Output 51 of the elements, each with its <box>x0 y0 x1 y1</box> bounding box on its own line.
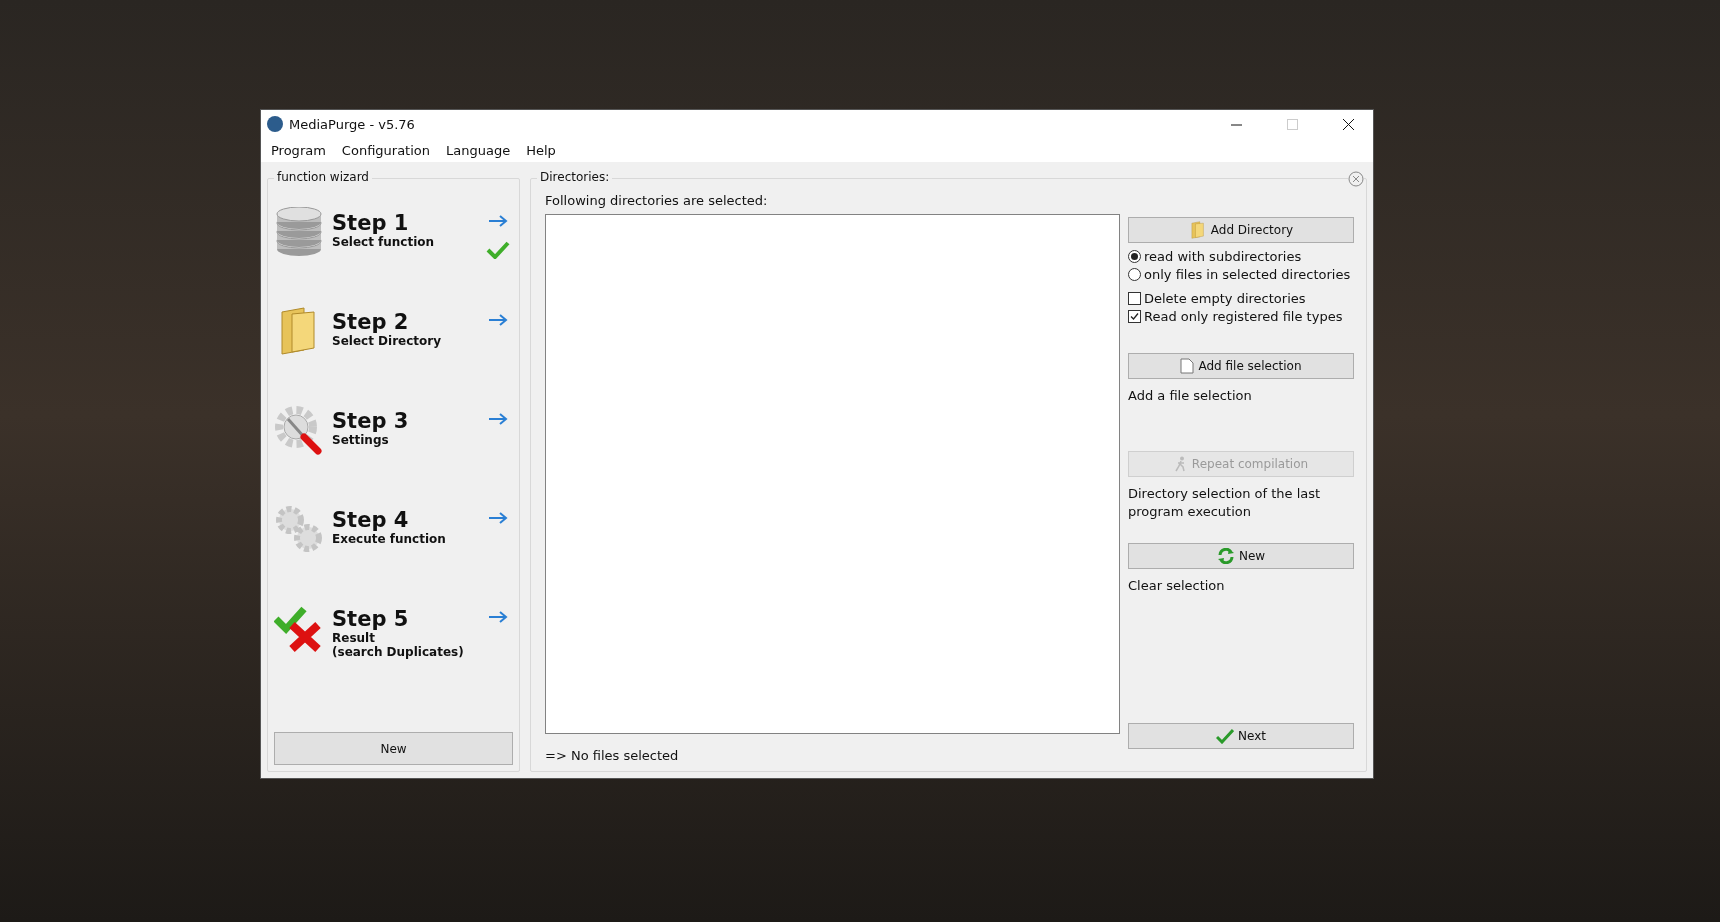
step-subtitle: Select function <box>332 235 436 249</box>
button-description: Directory selection of the last program execution <box>1128 485 1322 521</box>
step-title: Step 2 <box>332 310 410 334</box>
arrow-icon[interactable] <box>488 413 508 425</box>
step-subtitle: Result <box>332 631 376 645</box>
arrow-icon[interactable] <box>488 215 508 227</box>
window-title: MediaPurge - v5.76 <box>289 116 416 132</box>
checkbox[interactable] <box>1128 309 1141 323</box>
arrow-icon[interactable] <box>488 611 508 623</box>
step-subtitle: Select Directory <box>332 334 443 348</box>
arrow-icon[interactable] <box>488 512 508 524</box>
new-button[interactable]: New <box>274 732 513 765</box>
gears-icon <box>274 504 324 554</box>
option-label: Delete empty directories <box>1144 290 1306 306</box>
gear-screwdriver-icon <box>274 405 324 455</box>
step-title: Step 1 <box>332 211 410 235</box>
database-icon <box>274 207 324 257</box>
panel-title: function wizard <box>274 170 372 184</box>
status-text: => No files selected <box>545 748 680 763</box>
step-title: Step 3 <box>332 409 410 433</box>
option-label: read with subdirectories <box>1144 248 1302 264</box>
action-button[interactable]: Add file selection <box>1128 353 1354 379</box>
folder-icon <box>1188 221 1207 239</box>
menu-item[interactable]: Program <box>263 142 334 158</box>
menu-item[interactable]: Language <box>438 142 519 158</box>
list-heading: Following directories are selected: <box>545 193 769 208</box>
step-subtitle: (search Duplicates) <box>332 645 465 659</box>
close-icon[interactable] <box>1342 118 1354 130</box>
step-subtitle: Execute function <box>332 532 447 546</box>
step-subtitle: Settings <box>332 433 390 447</box>
step-title: Step 4 <box>332 508 410 532</box>
add-directory-button[interactable]: Add Directory <box>1128 217 1354 243</box>
next-button[interactable]: Next <box>1128 723 1354 749</box>
menu-item[interactable]: Configuration <box>333 142 439 158</box>
refresh-icon <box>1216 548 1235 564</box>
button-description: Clear selection <box>1128 577 1226 595</box>
button-description: Add a file selection <box>1128 387 1253 405</box>
radio-button[interactable] <box>1128 267 1141 281</box>
step-title: Step 5 <box>332 607 410 631</box>
menu-item[interactable]: Help <box>518 142 564 158</box>
file-icon <box>1180 358 1195 374</box>
radio-button[interactable] <box>1128 249 1141 263</box>
panel-title: Directories: <box>537 170 613 184</box>
arrow-icon[interactable] <box>488 314 508 326</box>
option-label: only files in selected directories <box>1144 266 1351 282</box>
walking-figure-icon <box>1173 456 1188 472</box>
checkmark-icon <box>1216 728 1234 744</box>
action-button[interactable]: New <box>1128 543 1354 569</box>
checkbox[interactable] <box>1128 291 1141 305</box>
app-icon <box>267 116 283 132</box>
option-label: Read only registered file types <box>1144 308 1343 324</box>
